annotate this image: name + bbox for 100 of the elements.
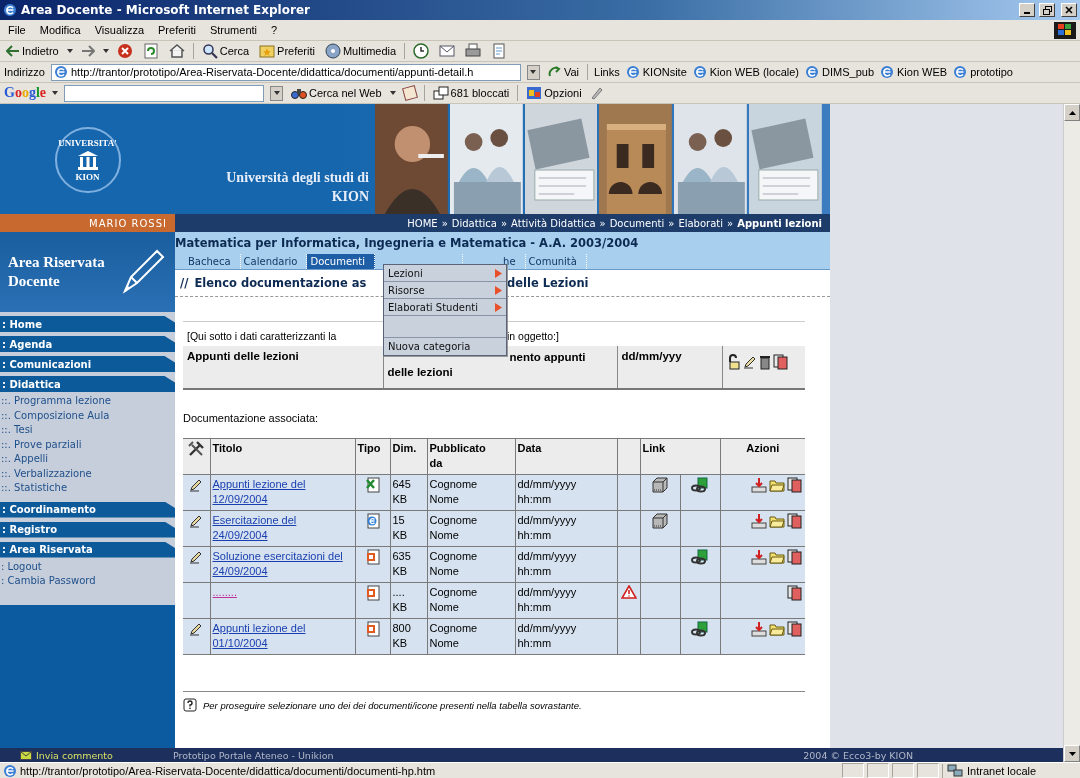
column-header: Dim. bbox=[392, 442, 417, 454]
user-name: MARIO ROSSI bbox=[0, 214, 175, 232]
sidebar-link[interactable]: : Cambia Password bbox=[0, 574, 175, 589]
table-cell: dd/mm/yyy bbox=[617, 346, 722, 389]
sidebar-link[interactable]: ::. Programma lezione bbox=[0, 394, 175, 409]
table-cell: Cognome Nome bbox=[429, 549, 478, 579]
search-button[interactable]: Cerca bbox=[199, 43, 252, 59]
window-title: Area Docente - Microsoft Internet Explorer bbox=[21, 3, 311, 17]
favorites-button[interactable]: Preferiti bbox=[257, 43, 317, 59]
table-cell: 15 KB bbox=[392, 513, 408, 543]
section-label: Documentazione associata: bbox=[183, 412, 320, 424]
breadcrumb-link[interactable]: Elaborati bbox=[678, 217, 723, 229]
sidebar-link[interactable]: ::. Appelli bbox=[0, 452, 175, 467]
menu-item[interactable]: Preferiti bbox=[154, 24, 200, 36]
info-note: [Qui sotto i dati caratterizzanti la bbox=[186, 330, 338, 342]
link-button[interactable]: Kion WEB (locale) bbox=[692, 65, 800, 79]
column-header: Titolo bbox=[212, 442, 243, 454]
sidebar-section[interactable]: : Registro bbox=[0, 521, 175, 538]
sidebar-title: Area Riservata bbox=[8, 253, 105, 272]
tab[interactable]: Comunità bbox=[525, 254, 587, 269]
link-button[interactable]: prototipo bbox=[953, 65, 1013, 79]
table-cell: .... KB bbox=[392, 585, 408, 615]
feedback-link[interactable]: Invia commento bbox=[20, 749, 113, 761]
footer-text: 2004 © Ecco3-by KION bbox=[803, 749, 913, 761]
tab[interactable]: Bacheca bbox=[185, 254, 241, 269]
sidebar-link[interactable]: : Logout bbox=[0, 559, 175, 574]
university-name: Università degli studi di bbox=[226, 169, 369, 187]
sidebar-link[interactable]: ::. Prove parziali bbox=[0, 437, 175, 452]
table-cell: dd/mm/yyyy hh:mm bbox=[517, 549, 577, 579]
table-cell: dd/mm/yyyy hh:mm bbox=[517, 513, 577, 543]
table-cell: Cognome Nome bbox=[429, 477, 478, 507]
sidebar-section[interactable]: : Didattica bbox=[0, 376, 175, 392]
breadcrumb-separator: » bbox=[727, 217, 734, 229]
sidebar-section[interactable]: : Agenda bbox=[0, 336, 175, 352]
table-cell: 635 KB bbox=[392, 549, 411, 579]
table-cell: dd/mm/yyyy hh:mm bbox=[517, 585, 577, 615]
table-cell: Cognome Nome bbox=[429, 621, 478, 651]
menu-item[interactable]: Modifica bbox=[35, 24, 85, 36]
table-cell: 800 KB bbox=[392, 621, 411, 651]
link-button[interactable]: KIONsite bbox=[625, 65, 687, 79]
links-label: Links bbox=[594, 66, 620, 78]
footer-text: Prototipo Portale Ateneo - Unikion bbox=[172, 749, 334, 761]
sidebar-section[interactable]: : Area Riservata bbox=[0, 541, 175, 558]
table-cell: 645 KB bbox=[392, 477, 411, 507]
sidebar-link[interactable]: ::. Tesi bbox=[0, 423, 175, 438]
university-name: KION bbox=[331, 188, 369, 206]
go-button[interactable]: Vai bbox=[545, 65, 582, 79]
sidebar-section[interactable]: : Comunicazioni bbox=[0, 356, 175, 372]
sidebar-link[interactable]: ::. Composizione Aula bbox=[0, 408, 175, 423]
heading-marker: // bbox=[180, 276, 189, 290]
zone-label: Intranet locale bbox=[967, 764, 1037, 777]
sidebar-section[interactable]: : Coordinamento bbox=[0, 501, 175, 518]
course-title: Matematica per Informatica, Ingegneria e Matematica - A.A. 2003/2004 bbox=[175, 232, 830, 254]
table-cell-text: delle lezioni bbox=[387, 365, 454, 380]
table-cell: dd/mm/yyyy hh:mm bbox=[517, 477, 577, 507]
breadcrumb-link[interactable]: Documenti bbox=[609, 217, 665, 229]
breadcrumb-link[interactable]: Attività Didattica bbox=[511, 217, 596, 229]
link-button[interactable]: Kion WEB bbox=[880, 65, 948, 79]
breadcrumb-separator: » bbox=[668, 217, 675, 229]
sidebar-section[interactable]: : Home bbox=[0, 316, 175, 332]
status-text: http://trantor/prototipo/Area-Riservata-Docente/didattica/documenti/documenti-hp.htm bbox=[20, 764, 437, 777]
media-button[interactable]: Multimedia bbox=[322, 43, 399, 59]
menu-item[interactable]: File bbox=[4, 24, 30, 36]
address-field[interactable]: http://trantor/prototipo/Area-Riservata-Docente/didattica/documenti/appunti-detail.h bbox=[50, 63, 521, 81]
google-logo: Google bbox=[4, 85, 46, 101]
link-button[interactable]: DIMS_pub bbox=[805, 65, 874, 79]
column-header: Pubblicato da bbox=[429, 441, 486, 471]
popup-blocker-button[interactable]: 681 bloccati bbox=[430, 86, 512, 100]
breadcrumb-separator: » bbox=[501, 217, 508, 229]
logo-text: KION bbox=[75, 172, 100, 182]
column-header: Tipo bbox=[357, 442, 381, 454]
page-heading: delle Lezioni bbox=[507, 276, 590, 290]
menu-item[interactable]: ? bbox=[267, 24, 282, 36]
table-cell-text: nento appunti bbox=[508, 350, 587, 365]
breadcrumb-link[interactable]: Didattica bbox=[451, 217, 497, 229]
info-note: in oggetto:] bbox=[507, 330, 560, 342]
sidebar-link[interactable]: ::. Statistiche bbox=[0, 481, 175, 496]
breadcrumb-separator: » bbox=[599, 217, 606, 229]
column-header: Data bbox=[517, 442, 542, 454]
tab[interactable]: Documenti bbox=[307, 254, 376, 269]
table-cell: dd/mm/yyyy hh:mm bbox=[517, 621, 577, 651]
address-label: Indirizzo bbox=[4, 66, 45, 78]
table-cell: Cognome Nome bbox=[429, 513, 478, 543]
table-cell: Appunti delle lezioni bbox=[183, 346, 383, 389]
options-button[interactable]: Opzioni bbox=[524, 86, 584, 100]
column-header: Link bbox=[642, 442, 666, 454]
logo-text: UNIVERSITA' bbox=[58, 138, 117, 148]
breadcrumb-link[interactable]: Appunti lezioni bbox=[737, 217, 822, 229]
sidebar-link[interactable]: ::. Verbalizzazione bbox=[0, 466, 175, 481]
hint-text: Per proseguire selezionare uno dei dei documenti/icone presenti nella tabella sovrastante. bbox=[203, 699, 582, 711]
web-search-button[interactable]: Cerca nel Web bbox=[289, 86, 384, 100]
breadcrumb-link[interactable]: HOME bbox=[407, 217, 438, 229]
table-cell: Cognome Nome bbox=[429, 585, 478, 615]
page-heading: Elenco documentazione as bbox=[194, 276, 367, 290]
breadcrumb-separator: » bbox=[441, 217, 448, 229]
menu-item[interactable]: Strumenti bbox=[205, 24, 261, 36]
back-button[interactable]: Indietro bbox=[4, 45, 61, 57]
sidebar-title: Docente bbox=[8, 272, 61, 291]
column-header: Azioni bbox=[746, 442, 780, 454]
menu-item[interactable]: Visualizza bbox=[90, 24, 149, 36]
